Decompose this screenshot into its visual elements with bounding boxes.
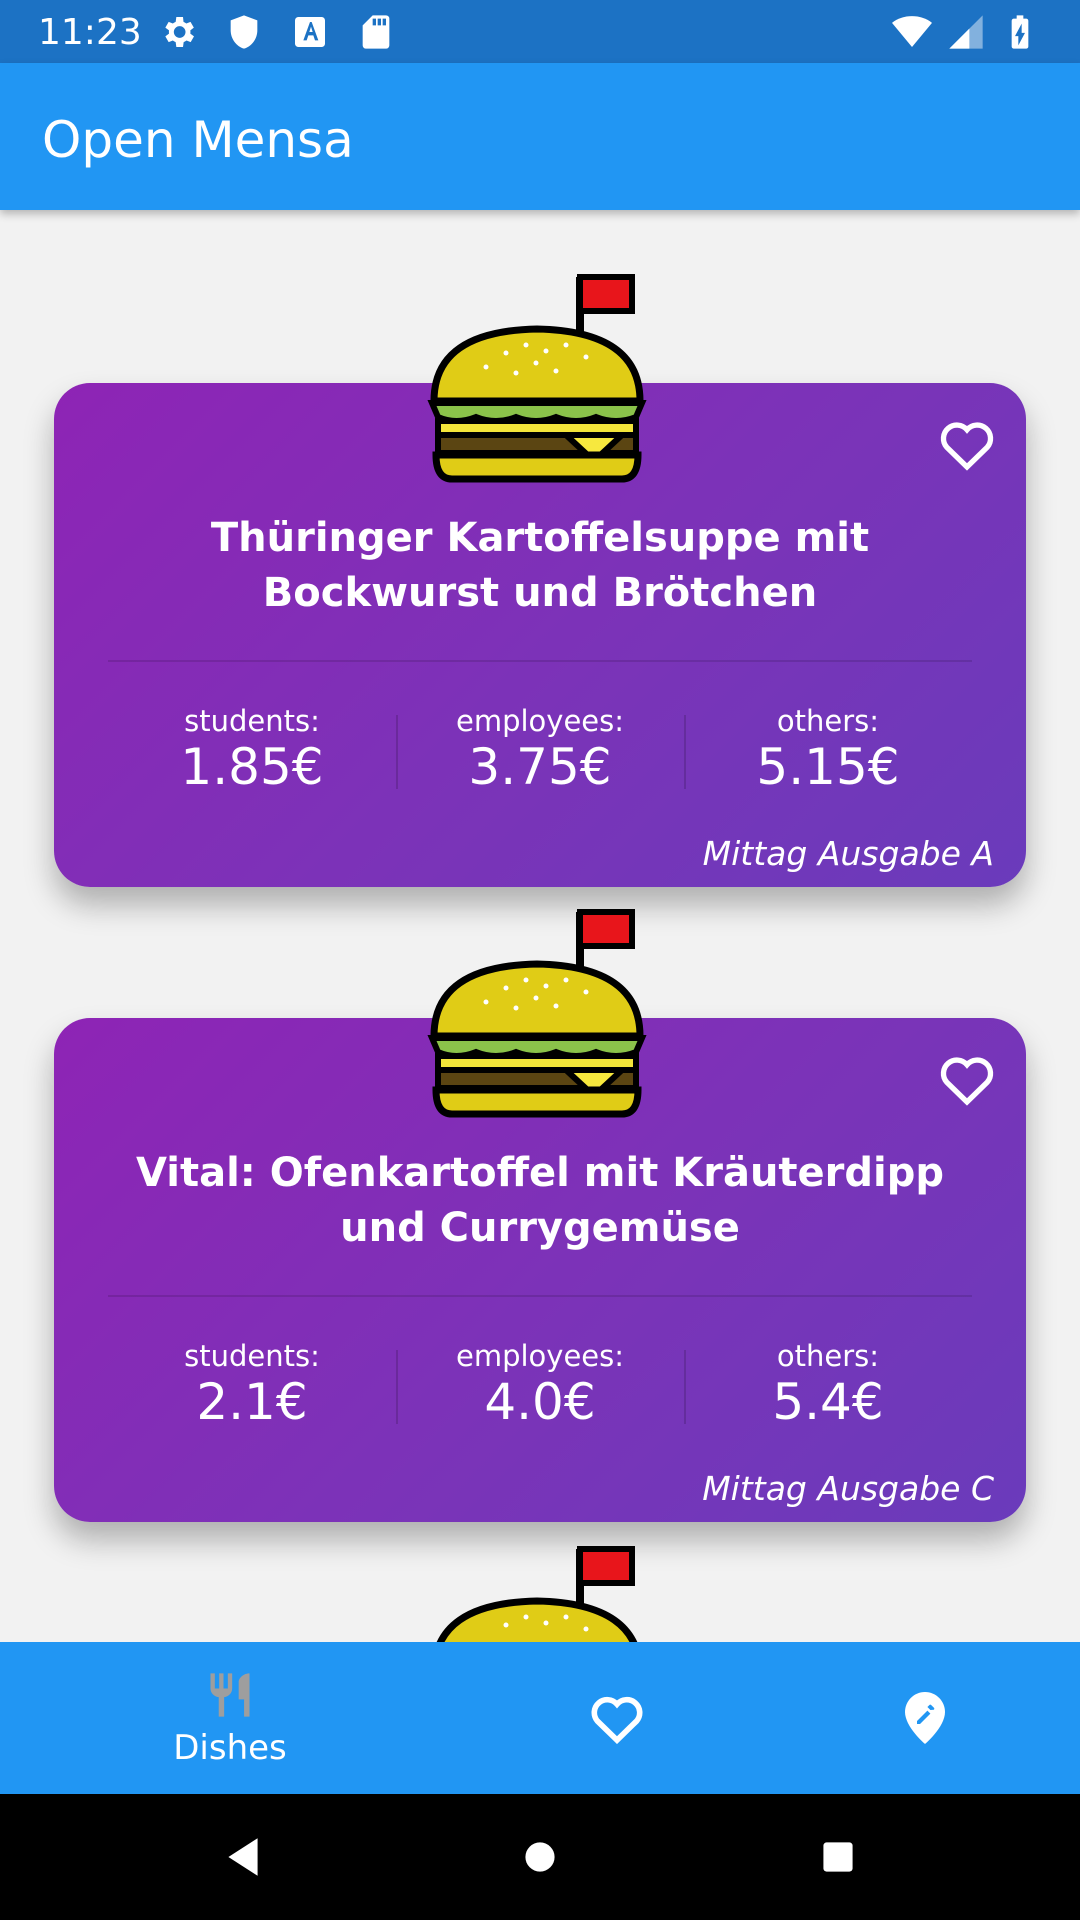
burger-icon bbox=[427, 274, 647, 483]
heart-icon bbox=[591, 1696, 643, 1744]
settings-icon bbox=[165, 17, 194, 47]
price-students: students: 2.1€ bbox=[108, 1338, 396, 1431]
dish-location: Mittag Ausgabe A bbox=[702, 834, 994, 873]
favorite-button[interactable] bbox=[938, 1052, 996, 1106]
heart-outline-icon bbox=[940, 1057, 994, 1106]
price-label: students: bbox=[184, 704, 320, 738]
status-bar: 11:23 bbox=[0, 0, 1080, 63]
price-label: students: bbox=[184, 1339, 320, 1373]
price-employees: employees: 4.0€ bbox=[396, 1338, 684, 1431]
price-value: 1.85€ bbox=[180, 738, 324, 796]
burger-icon bbox=[436, 1546, 638, 1642]
price-value: 5.4€ bbox=[772, 1373, 884, 1431]
nav-item-dishes[interactable]: Dishes bbox=[130, 1642, 330, 1794]
app-bar: Open Mensa bbox=[0, 63, 1080, 210]
shield-icon bbox=[230, 15, 258, 49]
nav-item-location[interactable] bbox=[875, 1642, 975, 1794]
price-label: employees: bbox=[455, 704, 625, 738]
price-value: 5.15€ bbox=[756, 738, 900, 796]
wifi-icon bbox=[892, 16, 932, 47]
nav-label: Dishes bbox=[173, 1728, 287, 1768]
price-value: 3.75€ bbox=[468, 738, 612, 796]
battery-charging-icon bbox=[1011, 15, 1029, 49]
dish-card-container: Thüringer Kartoffelsuppe mit Bockwurst u… bbox=[54, 274, 1026, 887]
app-title: Open Mensa bbox=[42, 111, 354, 169]
price-row: students: 2.1€ employees: 4.0€ others: 5… bbox=[108, 1338, 972, 1431]
recents-button[interactable] bbox=[808, 1832, 868, 1882]
dish-card-container: Vital: Ofenkartoffel mit Kräuterdipp und… bbox=[54, 909, 1026, 1522]
price-employees: employees: 3.75€ bbox=[396, 703, 684, 796]
status-time: 11:23 bbox=[38, 12, 142, 53]
dish-name: Thüringer Kartoffelsuppe mit Bockwurst u… bbox=[210, 515, 870, 616]
price-label: employees: bbox=[455, 1339, 625, 1373]
nav-item-favorites[interactable] bbox=[567, 1642, 667, 1794]
dish-name: Vital: Ofenkartoffel mit Kräuterdipp und… bbox=[135, 1150, 945, 1251]
signal-icon bbox=[949, 15, 983, 49]
divider bbox=[108, 1295, 972, 1297]
heart-outline-icon bbox=[940, 422, 994, 471]
price-value: 2.1€ bbox=[196, 1373, 308, 1431]
bottom-navigation: Dishes bbox=[0, 1642, 1080, 1794]
sd-card-icon bbox=[362, 15, 390, 49]
home-button[interactable] bbox=[510, 1832, 570, 1882]
divider bbox=[108, 660, 972, 662]
price-others: others: 5.15€ bbox=[684, 703, 972, 796]
price-label: others: bbox=[776, 1339, 880, 1373]
back-button[interactable] bbox=[213, 1832, 273, 1882]
favorite-button[interactable] bbox=[938, 417, 996, 471]
price-label: others: bbox=[776, 704, 880, 738]
price-value: 4.0€ bbox=[484, 1373, 596, 1431]
dish-location: Mittag Ausgabe C bbox=[702, 1469, 994, 1508]
burger-icon bbox=[427, 909, 647, 1118]
dish-list[interactable]: Thüringer Kartoffelsuppe mit Bockwurst u… bbox=[0, 210, 1080, 1642]
cutlery-icon bbox=[210, 1673, 250, 1717]
price-others: others: 5.4€ bbox=[684, 1338, 972, 1431]
location-edit-icon bbox=[905, 1692, 945, 1744]
price-students: students: 1.85€ bbox=[108, 703, 396, 796]
text-a-icon bbox=[295, 17, 325, 47]
system-navigation-bar bbox=[0, 1794, 1080, 1920]
price-row: students: 1.85€ employees: 3.75€ others:… bbox=[108, 703, 972, 796]
